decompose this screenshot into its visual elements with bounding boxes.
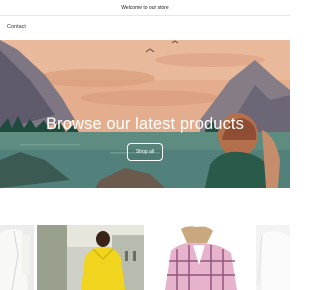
- announcement-bar: Welcome to our store: [0, 0, 290, 16]
- shop-all-button[interactable]: Shop all: [127, 143, 163, 161]
- product-card[interactable]: [256, 225, 290, 290]
- hero-banner: Browse our latest products Shop all: [0, 40, 290, 188]
- product-grid: [0, 225, 290, 290]
- product-image: [256, 225, 290, 290]
- product-image: [37, 225, 144, 290]
- product-card[interactable]: [147, 225, 253, 290]
- hero-illustration: [0, 40, 290, 188]
- hero-heading: Browse our latest products: [46, 115, 244, 133]
- product-image: [0, 225, 34, 290]
- product-card[interactable]: [37, 225, 144, 290]
- announcement-text: Welcome to our store: [121, 4, 169, 11]
- site-header: Contact: [0, 16, 290, 40]
- product-image: [147, 225, 253, 290]
- product-card[interactable]: [0, 225, 34, 290]
- nav-link-contact[interactable]: Contact: [7, 24, 26, 30]
